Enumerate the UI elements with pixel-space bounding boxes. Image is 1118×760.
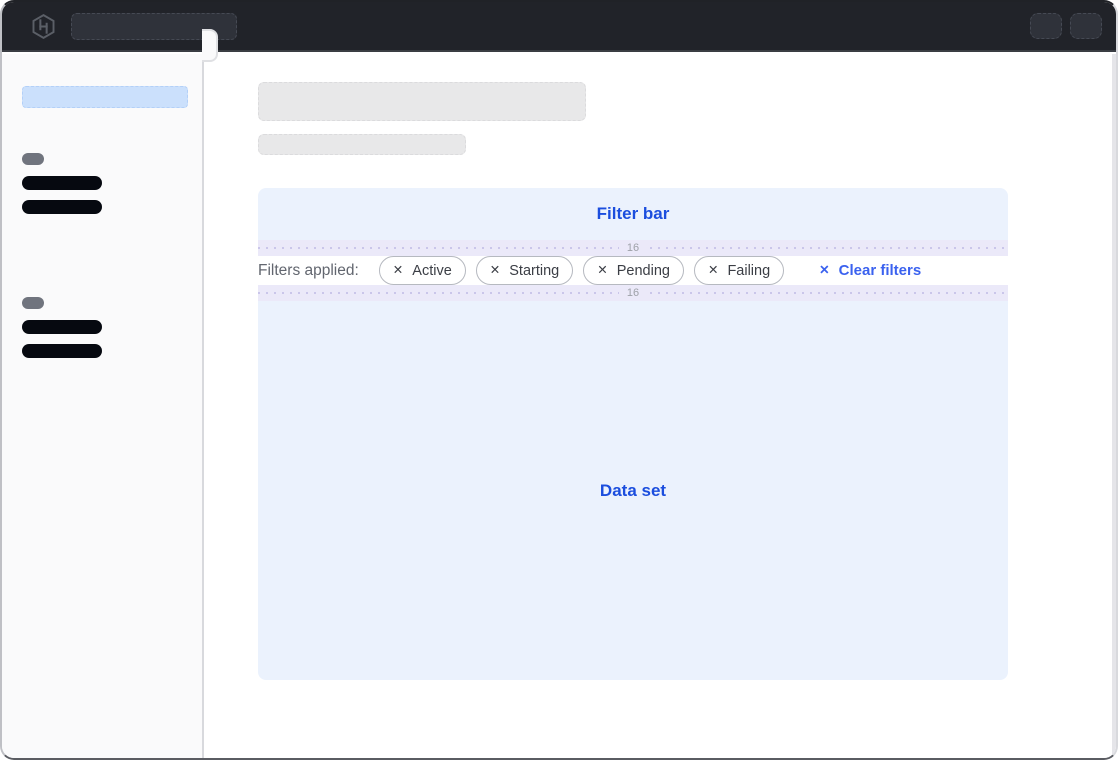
page-subtitle-placeholder bbox=[258, 134, 466, 155]
sidebar-flyout-tab[interactable] bbox=[202, 29, 218, 62]
topbar-action-placeholder-2 bbox=[1070, 13, 1102, 39]
sidebar bbox=[2, 54, 204, 758]
spacing-annotation-top: 16 bbox=[258, 240, 1008, 256]
filter-bar-panel: Filter bar bbox=[258, 188, 1008, 240]
scrollbar[interactable] bbox=[1112, 54, 1116, 758]
filters-applied-label: Filters applied: bbox=[258, 262, 359, 280]
spacing-value: 16 bbox=[619, 240, 647, 256]
page-title-placeholder bbox=[258, 82, 586, 121]
sidebar-section-label-placeholder bbox=[22, 297, 44, 309]
data-set-label: Data set bbox=[600, 481, 666, 501]
topbar-action-placeholder-1 bbox=[1030, 13, 1062, 39]
filter-tag-label: Active bbox=[412, 263, 452, 279]
filter-tag-failing[interactable]: ✕ Failing bbox=[694, 256, 784, 285]
close-icon[interactable]: ✕ bbox=[490, 264, 500, 277]
clear-filters-link[interactable]: ✕ Clear filters bbox=[819, 262, 921, 279]
app-window: Filter bar 16 Filters applied: ✕ Active … bbox=[0, 0, 1118, 760]
sidebar-item-placeholder bbox=[22, 176, 102, 190]
filter-tag-label: Starting bbox=[509, 263, 559, 279]
sidebar-section-label-placeholder bbox=[22, 153, 44, 165]
filter-tag-label: Failing bbox=[727, 263, 770, 279]
clear-filters-label: Clear filters bbox=[839, 262, 922, 279]
filter-tag-pending[interactable]: ✕ Pending bbox=[583, 256, 684, 285]
close-icon: ✕ bbox=[819, 264, 829, 277]
close-icon[interactable]: ✕ bbox=[708, 264, 718, 277]
filter-tag-active[interactable]: ✕ Active bbox=[379, 256, 466, 285]
filters-applied-row: Filters applied: ✕ Active ✕ Starting ✕ P… bbox=[258, 256, 1008, 285]
sidebar-item-placeholder bbox=[22, 320, 102, 334]
spacing-annotation-bottom: 16 bbox=[258, 285, 1008, 301]
close-icon[interactable]: ✕ bbox=[393, 264, 403, 277]
spacing-value: 16 bbox=[619, 285, 647, 301]
sidebar-selected-item-placeholder bbox=[22, 86, 188, 108]
filter-tag-label: Pending bbox=[617, 263, 670, 279]
close-icon[interactable]: ✕ bbox=[597, 264, 607, 277]
filter-bar-label: Filter bar bbox=[597, 204, 670, 224]
filter-tag-starting[interactable]: ✕ Starting bbox=[476, 256, 573, 285]
sidebar-item-placeholder bbox=[22, 200, 102, 214]
main-content: Filter bar 16 Filters applied: ✕ Active … bbox=[204, 54, 1116, 758]
top-nav-bar bbox=[2, 2, 1116, 52]
sidebar-item-placeholder bbox=[22, 344, 102, 358]
hashicorp-logo-icon bbox=[30, 13, 57, 40]
data-set-panel: Data set bbox=[258, 301, 1008, 680]
